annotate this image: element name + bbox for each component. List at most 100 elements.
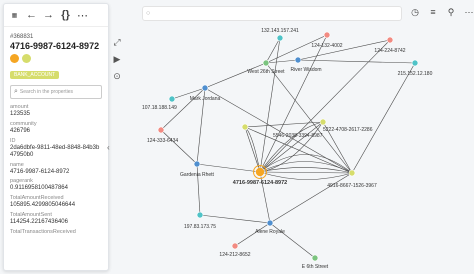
node-marker[interactable]	[157, 126, 165, 134]
node-marker[interactable]	[231, 242, 239, 250]
graph-node[interactable]: 124-224-8742	[374, 36, 406, 54]
property-label: TotalTransactionsReceived	[10, 229, 76, 236]
graph-node[interactable]: Mark Jordana	[190, 84, 221, 102]
properties-search-placeholder: Search in the properties	[19, 89, 74, 95]
node-marker[interactable]	[168, 95, 176, 103]
node-icons	[10, 54, 108, 63]
node-marker[interactable]	[193, 160, 201, 168]
node-title: 4716-9987-6124-8972	[10, 41, 100, 51]
graph-node[interactable]: 124-212-8652	[219, 242, 251, 258]
graph-edge	[160, 129, 198, 165]
graph-node[interactable]: 5222-4708-2617-2286	[319, 118, 373, 133]
graph-edge	[265, 62, 353, 174]
node-label: 5546-2038-3394-8987	[273, 133, 323, 139]
node-marker[interactable]	[201, 84, 209, 92]
node-label: Gardenia Rhett	[180, 172, 215, 178]
graph-node[interactable]: 132.143.157.241	[261, 28, 299, 42]
property-value: 105895.4299805046644	[10, 202, 76, 209]
graph-edge	[244, 126, 261, 173]
graph-edge	[259, 171, 353, 174]
property-label: name	[10, 161, 24, 168]
node-label-tag: BANK_ACCOUNT	[10, 71, 60, 79]
node-label: 124-132-4002	[311, 43, 342, 49]
graph-node[interactable]: 197.83.173.75	[184, 211, 216, 230]
graph-edge	[204, 62, 267, 89]
property-value: 426796	[10, 127, 31, 134]
node-marker[interactable]	[241, 123, 249, 131]
graph-node[interactable]: E 6th Street	[302, 254, 329, 270]
property-value: 114254.22167436406	[10, 219, 68, 226]
graph-node[interactable]: River Wisdom	[290, 56, 322, 73]
more-options-icon[interactable]: ⋯	[461, 5, 474, 19]
node-label: 4916-8667-1526-3967	[327, 183, 377, 189]
graph-node[interactable]: 107.18.188.149	[142, 95, 177, 111]
dollar-icon	[10, 54, 19, 63]
graph-edge	[351, 62, 416, 174]
node-marker[interactable]	[196, 211, 204, 219]
node-properties-panel: ▦ ← → {} ⋯ #368831 4716-9987-6124-8972 B…	[3, 3, 109, 271]
graph-edge	[297, 59, 416, 64]
graph-node[interactable]: 124-132-4002	[311, 31, 343, 49]
graph-edge	[265, 59, 299, 64]
node-marker[interactable]	[266, 219, 274, 227]
property-value: 0.9116958100487864	[10, 185, 68, 192]
properties-search[interactable]: ⌕ Search in the properties	[10, 85, 102, 99]
node-label: Alene Royale	[255, 229, 285, 235]
property-label: pagerank	[10, 178, 33, 185]
node-marker[interactable]	[319, 118, 327, 126]
back-icon[interactable]: ←	[24, 6, 39, 24]
fit-screen-icon[interactable]: ⤢	[113, 37, 120, 48]
filter-icon[interactable]: ≡	[425, 5, 441, 19]
property-label: ID	[10, 137, 16, 144]
property-value: 4716-9987-6124-8972	[10, 168, 70, 175]
node-label: 124-212-8652	[219, 252, 250, 258]
node-label: 197.83.173.75	[184, 224, 216, 230]
node-marker[interactable]	[311, 254, 319, 262]
forward-icon[interactable]: →	[41, 6, 56, 24]
node-marker[interactable]	[276, 34, 284, 42]
graph-nodes[interactable]: 132.143.157.241 124-132-4002 124-224-8742 W…	[142, 28, 433, 270]
side-tools: ⤢ ▶ ⊙	[110, 37, 124, 88]
collapse-panel-icon[interactable]: ‹	[107, 143, 110, 152]
node-label: E 6th Street	[302, 264, 329, 270]
property-value: 123535	[10, 111, 31, 117]
property-label: amount	[10, 104, 29, 110]
property-value: 2da6dbfe-9811-48ed-8848-84b3b47950b0	[10, 144, 100, 158]
node-marker[interactable]	[262, 59, 270, 67]
node-label: 132.143.157.241	[261, 28, 299, 34]
search-icon: ⌕	[14, 88, 18, 95]
node-label: 124-224-8742	[374, 48, 405, 54]
graph-edge	[199, 214, 271, 224]
graph-edge	[196, 163, 261, 173]
node-label: Mark Jordana	[190, 96, 221, 102]
node-marker[interactable]	[348, 169, 356, 177]
layout-icon[interactable]: ⚲	[443, 5, 459, 19]
drag-handle-icon[interactable]: ▦	[7, 6, 22, 24]
node-id: #368831	[10, 34, 34, 40]
history-icon[interactable]: ◷	[407, 5, 423, 19]
graph-search-input[interactable]: ○	[142, 6, 402, 21]
properties-list: amount 123535 community 426796 ID 2da6dbfe-98…	[10, 104, 102, 235]
node-marker[interactable]	[255, 167, 265, 177]
panel-toolbar: ▦ ← → {} ⋯	[4, 4, 108, 27]
json-view-icon[interactable]: {}	[58, 6, 73, 24]
search-icon: ○	[146, 10, 151, 17]
property-label: community	[10, 120, 37, 127]
node-color-icon	[22, 54, 31, 63]
node-label: 4716-9987-6124-8972	[233, 180, 287, 186]
node-marker[interactable]	[411, 59, 419, 67]
more-options-icon[interactable]: ⋯	[75, 6, 90, 24]
settings-icon[interactable]: ⊙	[113, 71, 121, 82]
graph-node[interactable]: 124-333-6434	[147, 126, 178, 144]
graph-node[interactable]: West 26th Street	[247, 59, 285, 75]
node-marker[interactable]	[294, 56, 302, 64]
graph-node[interactable]: 4716-9987-6124-8972	[233, 165, 287, 187]
node-marker[interactable]	[386, 36, 394, 44]
node-label: River Wisdom	[290, 67, 321, 73]
play-icon[interactable]: ▶	[114, 54, 121, 65]
node-marker[interactable]	[323, 31, 331, 39]
node-label: 107.18.188.149	[142, 105, 177, 111]
top-right-toolbar: ◷ ≡ ⚲ ⋯	[405, 5, 474, 19]
node-label: 124-333-6434	[147, 138, 178, 144]
graph-node[interactable]: Alene Royale	[255, 219, 285, 235]
